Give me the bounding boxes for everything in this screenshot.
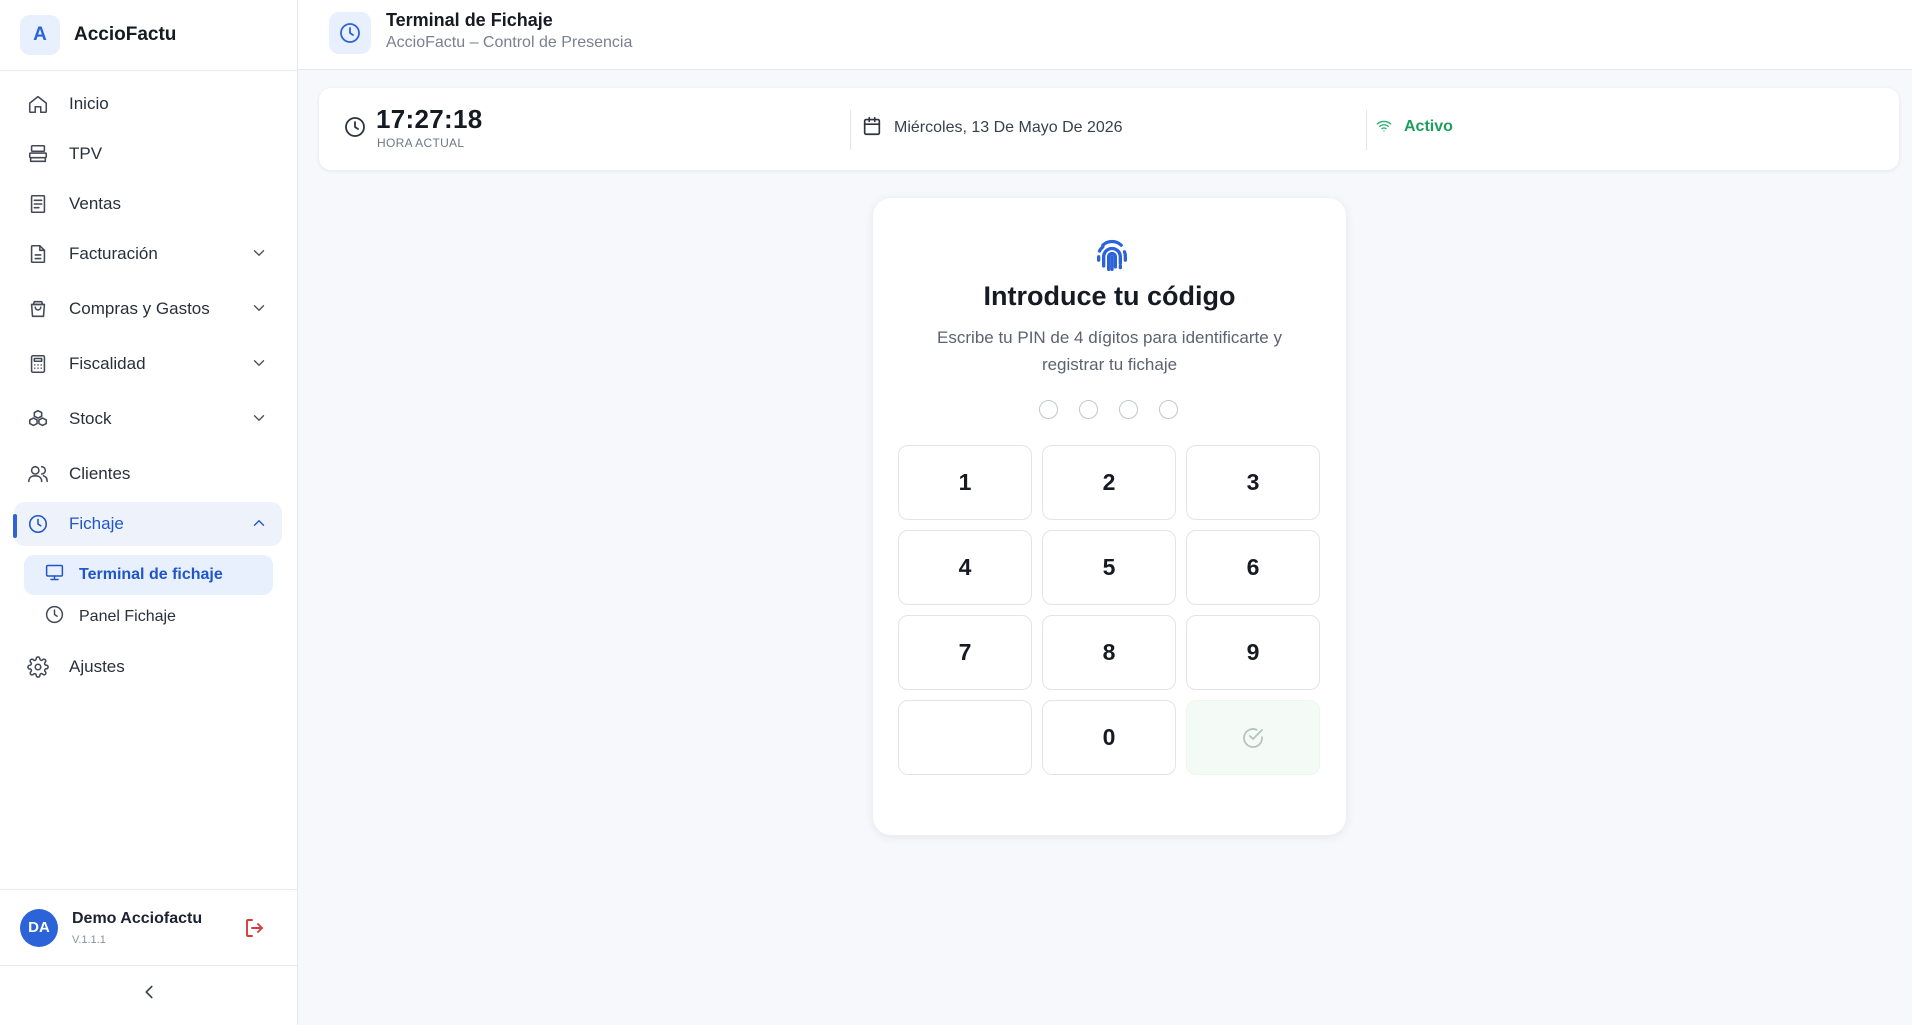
chevron-down-icon [250,354,268,372]
sidebar-item-label: Clientes [69,464,131,483]
current-time-label: HORA ACTUAL [377,136,465,150]
logout-button[interactable] [243,916,267,940]
chevron-down-icon [250,409,268,427]
sidebar-item-facturacion[interactable]: Facturación [14,232,282,276]
sidebar-item-label: Stock [69,409,112,428]
sidebar-item-label: Ajustes [69,657,125,676]
keypad-key-blank[interactable] [898,700,1032,775]
calculator-icon [27,353,49,375]
brand-name: AccioFactu [74,24,177,45]
sidebar-item-label: Facturación [69,244,158,263]
pin-dot [1079,400,1098,419]
sidebar-item-inicio[interactable]: Inicio [14,82,282,126]
receipt-icon [27,193,49,215]
keypad-key-9[interactable]: 9 [1186,615,1320,690]
page-header: Terminal de Fichaje AccioFactu – Control… [298,0,1912,70]
active-indicator [13,514,17,538]
user-profile: DA Demo Acciofactu V.1.1.1 [0,889,297,966]
fingerprint-icon [1092,236,1132,276]
pin-dot [1119,400,1138,419]
status-bar: 17:27:18 HORA ACTUAL Miércoles, 13 De Ma… [319,88,1899,170]
sidebar-item-label: Ventas [69,194,121,213]
keypad-key-3[interactable]: 3 [1186,445,1320,520]
pin-description: Escribe tu PIN de 4 dígitos para identif… [937,328,1282,374]
divider [850,110,851,150]
confirm-button[interactable] [1186,700,1320,775]
calendar-icon [861,115,883,137]
sidebar-item-label: Fiscalidad [69,354,146,373]
divider [1366,110,1367,150]
document-icon [27,243,49,265]
keypad-key-7[interactable]: 7 [898,615,1032,690]
chevron-up-icon [250,514,268,532]
collapse-sidebar-button[interactable] [138,981,160,1003]
keypad-key-4[interactable]: 4 [898,530,1032,605]
current-date: Miércoles, 13 De Mayo De 2026 [894,119,1123,136]
sidebar-item-fiscalidad[interactable]: Fiscalidad [14,342,282,386]
user-name: Demo Acciofactu [72,909,203,927]
sidebar-item-ajustes[interactable]: Ajustes [14,645,282,689]
sidebar-item-label: Fichaje [69,514,124,533]
sidebar-item-compras[interactable]: Compras y Gastos [14,287,282,331]
register-icon [27,143,49,165]
clock-icon [343,115,367,139]
sidebar: A AccioFactu Inicio TPV Ventas Facturaci… [0,0,298,1025]
clock-icon [27,513,49,535]
keypad-key-2[interactable]: 2 [1042,445,1176,520]
brand: A AccioFactu [0,0,297,71]
clock-icon [329,12,371,54]
sidebar-item-ventas[interactable]: Ventas [14,182,282,226]
sidebar-item-label: Compras y Gastos [69,299,210,318]
shopping-bag-icon [27,298,49,320]
home-icon [27,93,49,115]
sidebar-item-fichaje[interactable]: Fichaje [14,502,282,546]
gear-icon [27,656,49,678]
keypad-key-0[interactable]: 0 [1042,700,1176,775]
check-circle-icon [1243,727,1263,748]
chevron-down-icon [250,244,268,262]
sidebar-item-clientes[interactable]: Clientes [14,452,282,496]
sidebar-subitem-panel[interactable]: Panel Fichaje [24,597,273,637]
page-title: Terminal de Fichaje [386,10,553,30]
sidebar-item-stock[interactable]: Stock [14,397,282,441]
keypad-key-5[interactable]: 5 [1042,530,1176,605]
sidebar-item-label: TPV [69,144,103,163]
keypad-key-6[interactable]: 6 [1186,530,1320,605]
pin-entry-card: Introduce tu código Escribe tu PIN de 4 … [873,198,1346,835]
wifi-icon [1376,118,1392,134]
avatar: DA [20,908,58,947]
page-subtitle: AccioFactu – Control de Presencia [386,34,633,51]
current-time: 17:27:18 [376,104,483,134]
clock-icon [44,604,65,630]
keypad-key-8[interactable]: 8 [1042,615,1176,690]
chevron-down-icon [250,299,268,317]
sidebar-item-label: Inicio [69,94,109,113]
pin-indicator [1039,400,1179,420]
keypad-key-1[interactable]: 1 [898,445,1032,520]
sidebar-subitem-label: Panel Fichaje [79,608,176,625]
logout-icon [246,919,263,937]
brand-logo: A [20,15,60,55]
connection-status: Activo [1404,118,1453,135]
pin-title: Introduce tu código [983,281,1236,311]
app-version: V.1.1.1 [72,933,106,946]
chevron-left-icon [145,985,153,999]
pin-dot [1039,400,1058,419]
boxes-icon [27,408,49,430]
sidebar-subitem-terminal[interactable]: Terminal de fichaje [24,555,273,595]
sidebar-item-tpv[interactable]: TPV [14,132,282,176]
users-icon [27,463,49,485]
monitor-icon [44,562,65,588]
sidebar-subitem-label: Terminal de fichaje [79,566,223,583]
pin-dot [1159,400,1178,419]
